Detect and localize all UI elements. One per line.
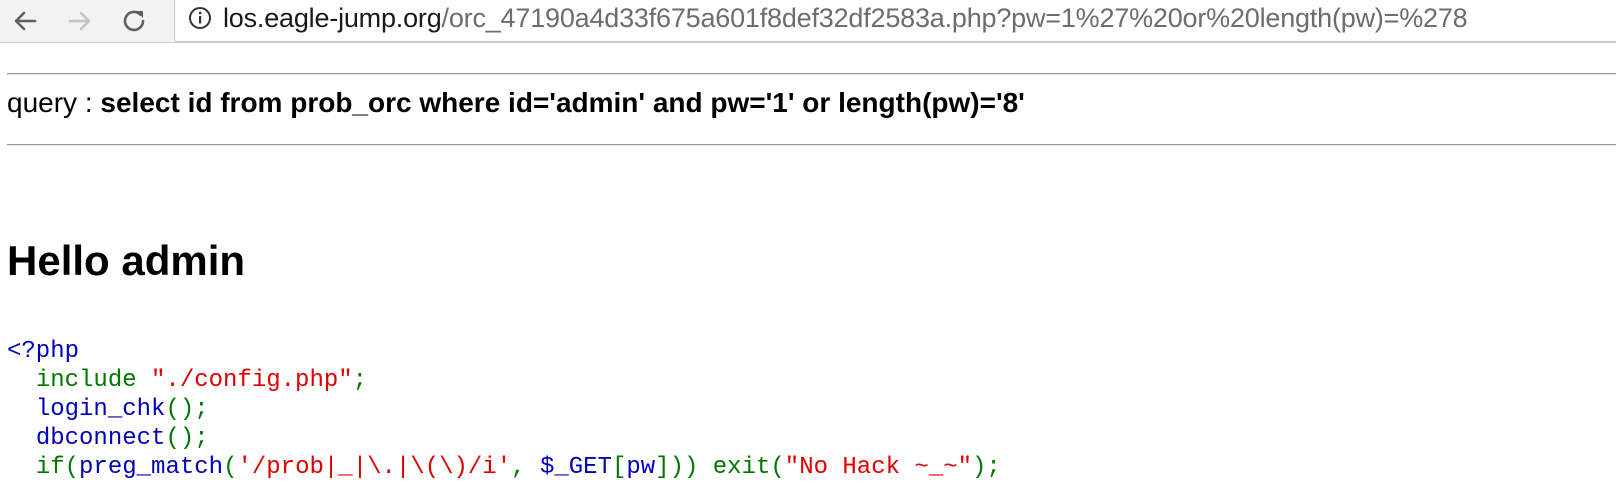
pw-key: pw [626,454,656,481]
back-button[interactable] [3,0,47,42]
reload-button[interactable] [112,0,156,42]
include-path-string: "./config.php" [151,367,353,394]
open-paren: ( [223,454,238,481]
regex-string: '/prob|_|\.|\(\)/i' [237,454,512,481]
dbconnect-call: dbconnect [35,425,166,452]
browser-toolbar: los.eagle-jump.org/orc_47190a4d33f675a60… [0,0,1616,43]
url-text: los.eagle-jump.org/orc_47190a4d33f675a60… [223,0,1468,41]
address-bar[interactable]: los.eagle-jump.org/orc_47190a4d33f675a60… [174,0,1616,42]
code-line-5: if(preg_match('/prob|_|\.|\(\)/i', $_GET… [7,454,1001,481]
code-line-2: include "./config.php"; [7,367,367,394]
bracket-open: [ [611,454,627,481]
top-divider [7,73,1616,75]
code-line-1: <?php [7,338,79,365]
url-host: los.eagle-jump.org [223,3,442,33]
include-keyword: include [35,367,152,394]
login-chk-call: login_chk [35,396,166,423]
query-label: query : [7,87,101,118]
page-heading: Hello admin [7,237,246,284]
php-source-code: <?php include "./config.php"; login_chk(… [7,337,1001,482]
php-open-tag: <?php [7,338,80,365]
get-variable: $_GET [539,454,612,481]
preg-match-func: preg_match [79,454,224,481]
page-content: query : select id from prob_orc where id… [0,43,1616,490]
if-keyword: if( [35,454,80,481]
comma: , [511,454,540,481]
semicolon: ; [352,367,368,394]
statement-end: ); [972,454,1001,481]
call-parens: (); [165,396,209,423]
code-line-3: login_chk(); [7,396,209,423]
exit-keyword: exit( [712,454,785,481]
url-path: /orc_47190a4d33f675a601f8def32df2583a.ph… [441,3,1468,33]
bottom-divider [7,144,1616,146]
query-line: query : select id from prob_orc where id… [7,87,1025,119]
back-arrow-icon [14,11,37,31]
forward-button[interactable] [58,0,102,42]
call-parens: (); [165,425,209,452]
site-info-icon[interactable] [187,5,213,31]
forward-arrow-icon [68,11,91,31]
reload-icon [123,10,145,32]
bracket-close: ])) [655,454,713,481]
code-line-4: dbconnect(); [7,425,209,452]
query-sql: select id from prob_orc where id='admin'… [100,87,1025,118]
exit-message-string: "No Hack ~_~" [784,454,973,481]
